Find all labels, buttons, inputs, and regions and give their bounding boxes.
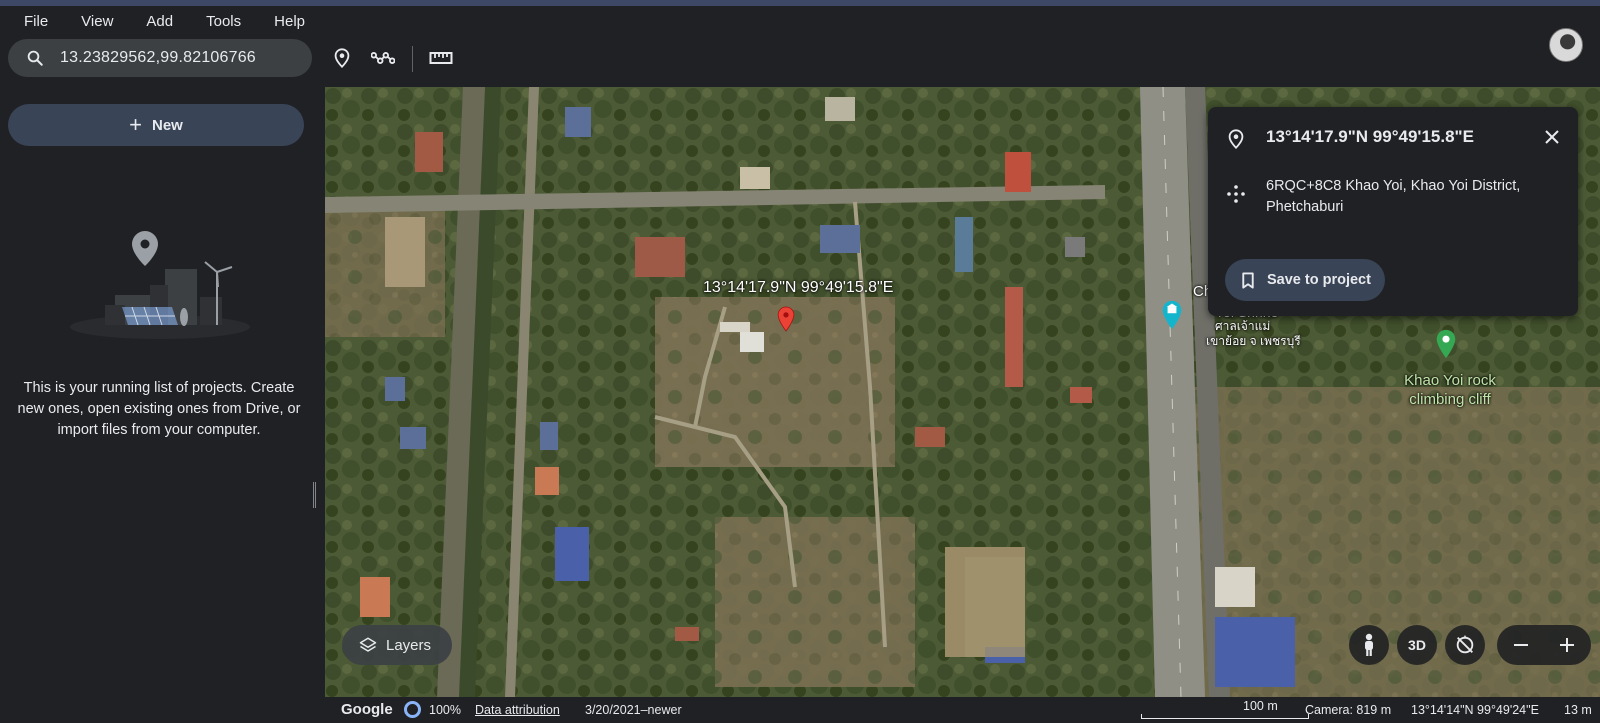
close-icon[interactable] — [1540, 125, 1564, 149]
avatar[interactable] — [1549, 28, 1583, 62]
google-earth-app: File View Add Tools Help 13.23829562,99.… — [0, 0, 1600, 723]
imagery-date: 3/20/2021–newer — [585, 703, 682, 717]
scale-label: 100 m — [1243, 699, 1278, 713]
data-attribution-link[interactable]: Data attribution — [475, 703, 560, 717]
save-to-project-button[interactable]: Save to project — [1225, 259, 1385, 301]
zoom-controls — [1497, 625, 1591, 665]
cursor-elevation: 13 m — [1564, 703, 1592, 717]
plus-icon: + — [129, 112, 142, 137]
projects-sidebar: + New This is your running list of proje… — [0, 87, 318, 723]
compass-reset-icon[interactable] — [1445, 625, 1485, 665]
empty-projects-illustration — [70, 231, 250, 339]
card-coordinates-title: 13°14'17.9"N 99°49'15.8"E — [1266, 127, 1474, 146]
menu-add[interactable]: Add — [146, 13, 173, 30]
loading-progress-text: 100% — [429, 703, 461, 717]
add-path-icon[interactable] — [371, 46, 395, 70]
menu-file[interactable]: File — [24, 13, 48, 30]
layers-icon — [359, 637, 377, 652]
camera-altitude: Camera: 819 m — [1305, 703, 1392, 717]
measure-icon[interactable] — [429, 46, 453, 70]
search-icon — [27, 50, 43, 66]
placemark-label: 13°14'17.9"N 99°49'15.8"E — [703, 279, 894, 296]
loading-progress-icon — [404, 701, 421, 718]
toolbar: 13.23829562,99.82106766 — [0, 28, 1600, 87]
zoom-in-button[interactable] — [1547, 625, 1587, 665]
plus-code-icon — [1227, 185, 1245, 203]
menu-tools[interactable]: Tools — [206, 13, 241, 30]
google-logo: Google — [341, 701, 393, 718]
toggle-3d-button[interactable]: 3D — [1397, 625, 1437, 665]
layers-button[interactable]: Layers — [342, 625, 452, 665]
add-placemark-icon[interactable] — [330, 46, 354, 70]
sidebar-resize-handle[interactable] — [313, 482, 316, 508]
plus-icon — [1560, 638, 1574, 652]
menu-view[interactable]: View — [81, 13, 113, 30]
new-project-button[interactable]: + New — [8, 104, 304, 146]
location-info-card: 13°14'17.9"N 99°49'15.8"E 6RQC+8C8 Khao … — [1208, 107, 1578, 316]
red-placemark-icon[interactable] — [777, 306, 795, 332]
card-address: 6RQC+8C8 Khao Yoi, Khao Yoi District, Ph… — [1266, 178, 1521, 215]
search-input[interactable]: 13.23829562,99.82106766 — [8, 39, 312, 77]
poi-rock-climbing-label: Khao Yoi rock climbing cliff — [1404, 372, 1496, 408]
toggle-3d-label: 3D — [1408, 637, 1426, 653]
menu-help[interactable]: Help — [274, 13, 305, 30]
poi-shrine-icon[interactable] — [1161, 300, 1183, 330]
cursor-coordinates: 13°14'14"N 99°49'24"E — [1411, 703, 1539, 717]
search-value[interactable]: 13.23829562,99.82106766 — [60, 49, 256, 67]
menu-bar: File View Add Tools Help — [0, 6, 1600, 36]
scale-bar — [1141, 714, 1309, 719]
poi-rock-climbing-icon[interactable] — [1435, 329, 1457, 359]
status-bar: Google 100% Data attribution 3/20/2021–n… — [325, 697, 1600, 723]
empty-projects-message: This is your running list of projects. C… — [17, 380, 301, 438]
save-to-project-label: Save to project — [1267, 272, 1371, 288]
toolbar-divider — [412, 46, 413, 72]
new-project-label: New — [152, 116, 183, 134]
poi-shrine-label-th-2: เขาย้อย จ เพชรบุรี — [1206, 334, 1301, 348]
zoom-out-button[interactable] — [1501, 625, 1541, 665]
street-view-pegman-icon[interactable] — [1349, 625, 1389, 665]
location-pin-icon — [1228, 129, 1244, 149]
layers-label: Layers — [386, 636, 432, 654]
minus-icon — [1514, 644, 1528, 646]
bookmark-icon — [1242, 271, 1254, 289]
